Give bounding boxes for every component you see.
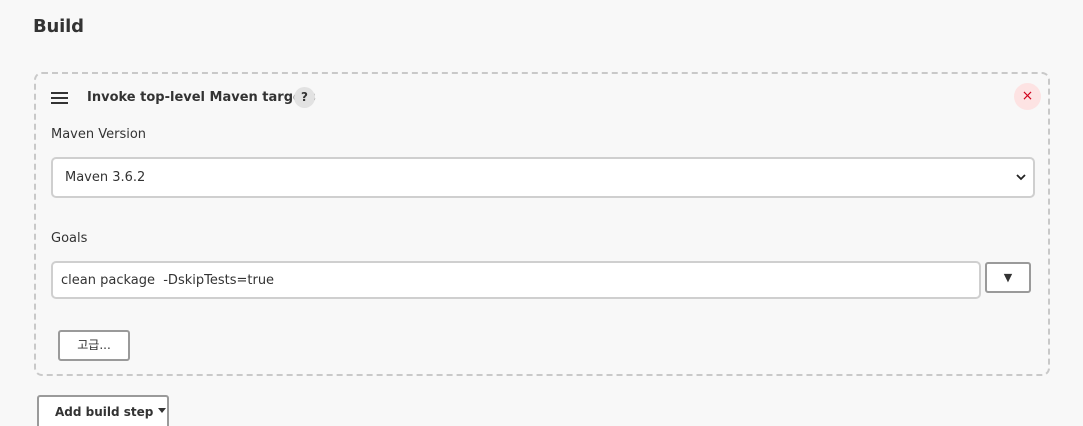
- step-title: Invoke top-level Maven targets: [87, 90, 316, 105]
- close-icon[interactable]: ×: [1014, 83, 1041, 110]
- expand-icon[interactable]: ▼: [985, 262, 1031, 293]
- help-icon[interactable]: ?: [294, 87, 315, 108]
- chevron-down-icon: [1016, 174, 1026, 181]
- maven-version-select[interactable]: Maven 3.6.2: [51, 157, 1035, 198]
- goals-input[interactable]: clean package -DskipTests=true: [51, 261, 981, 299]
- add-build-step-label: Add build step: [55, 405, 154, 419]
- section-title: Build: [33, 16, 84, 37]
- goals-label: Goals: [51, 231, 88, 246]
- maven-version-label: Maven Version: [51, 127, 147, 142]
- goals-input-value: clean package -DskipTests=true: [61, 273, 275, 288]
- build-step-card: [34, 72, 1050, 376]
- advanced-button[interactable]: 고급...: [58, 330, 130, 361]
- add-build-step-button[interactable]: Add build step: [37, 395, 169, 426]
- caret-down-icon: [158, 408, 167, 413]
- build-section: Build Invoke top-level Maven targets ? ×…: [0, 0, 1083, 426]
- drag-handle-icon[interactable]: [51, 92, 68, 104]
- maven-version-selected: Maven 3.6.2: [65, 170, 146, 185]
